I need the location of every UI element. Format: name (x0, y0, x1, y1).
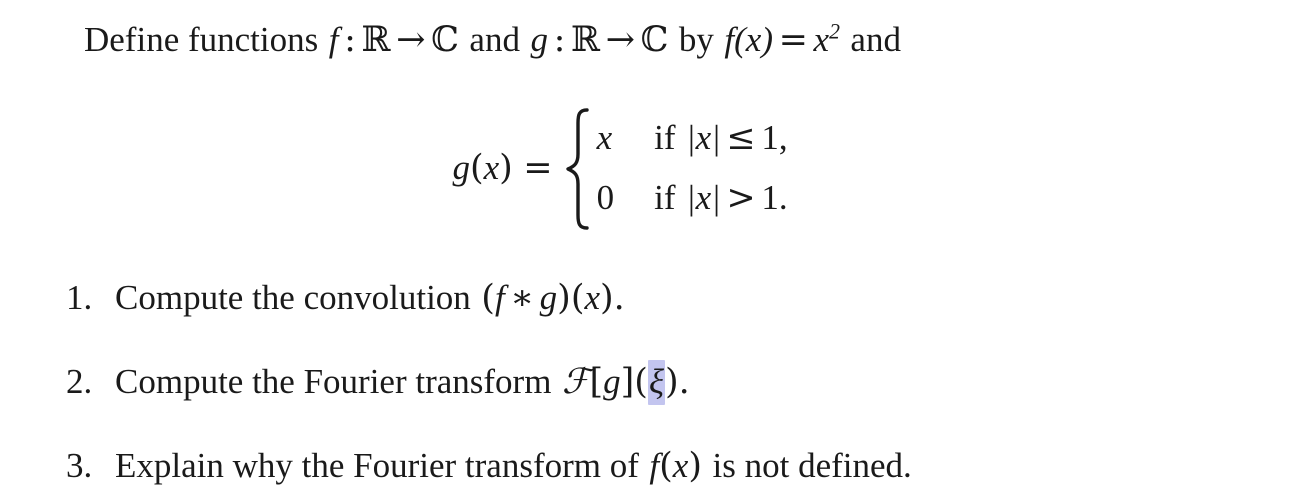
g-symbol: g (452, 148, 470, 187)
question-3-f: f (649, 446, 660, 485)
arrow-icon: → (396, 20, 426, 60)
question-3-paren-close: ) (688, 446, 702, 486)
question-1-prose: Compute the convolution (115, 278, 471, 317)
question-3-text: Explain why the Fourier transform of f(x)… (115, 444, 912, 488)
cases-grid: x if |x| ≤1, 0 if |x| >1. (597, 112, 788, 224)
question-2-paren-open: ( (634, 362, 648, 402)
conjunction-and-2: and (850, 20, 901, 59)
f-definition-exponent: 2 (829, 19, 840, 44)
case-1-bound: 1 (761, 118, 779, 157)
question-3-number: 3. (66, 446, 93, 485)
case-2-abs-expr: |x| (686, 178, 721, 217)
question-3-paren-open: ( (659, 446, 673, 486)
question-2-bracket-open: [ (589, 362, 604, 402)
fourier-transform-script-icon: ℱ (561, 362, 590, 402)
left-curly-brace-icon (565, 108, 593, 230)
question-1-g: g (539, 278, 558, 317)
case-1-value-text: x (596, 118, 613, 157)
question-2-prose: Compute the Fourier transform (115, 362, 552, 401)
question-3-var: x (672, 446, 689, 485)
case-2-condition: if |x| >1. (654, 172, 787, 224)
question-1-f: f (494, 278, 505, 317)
paren-open: ( (469, 148, 484, 188)
intro-paragraph: Define functions f: ℝ → ℂand g: ℝ → ℂby f(x) = x2 an… (84, 16, 1224, 64)
colon-symbol: : (344, 20, 356, 60)
case-2-relation: > (726, 178, 756, 218)
case-1-relation: ≤ (726, 118, 756, 158)
question-1-paren-mid: )( (557, 278, 585, 318)
question-1-text: Compute the convolution (f ∗ g)(x). (115, 276, 625, 320)
preposition-by: by (678, 20, 714, 59)
question-3-prose: Explain why the Fourier transform of (115, 446, 639, 485)
reals-symbol: ℝ (361, 20, 391, 60)
question-2-text: Compute the Fourier transform ℱ[g](ξ). (115, 360, 690, 405)
intro-lead-text: Define functions (84, 20, 319, 59)
case-2-value: 0 (597, 172, 615, 224)
variable-x: x (483, 148, 500, 187)
question-1-paren-end: ). (600, 278, 625, 318)
case-1-punct: , (778, 118, 788, 157)
question-2-paren-end: ). (664, 362, 690, 402)
case-2-value-text: 0 (596, 178, 615, 217)
case-2-punct: . (778, 178, 788, 217)
equals-symbol-display: = (523, 148, 553, 188)
case-1-value: x (597, 112, 615, 164)
question-3-prose-after: is not defined. (712, 446, 912, 485)
question-1-var: x (584, 278, 601, 317)
case-1-if: if (654, 118, 676, 157)
question-item-3: 3. Explain why the Fourier transform of f… (66, 444, 1266, 488)
question-item-2: 2. Compute the Fourier transform ℱ[g](ξ). (66, 360, 1266, 405)
question-2-bracket-close: ] (620, 362, 635, 402)
reals-symbol-2: ℝ (570, 20, 601, 60)
arrow-icon-2: → (605, 20, 635, 60)
case-1-condition: if |x| ≤1, (654, 112, 787, 164)
complex-symbol-2: ℂ (640, 20, 669, 60)
f-definition-lhs: f(x) (724, 20, 773, 59)
question-1-number: 1. (66, 278, 93, 317)
case-2-bound: 1 (761, 178, 779, 217)
paren-close: ) (499, 148, 513, 188)
selected-xi-symbol[interactable]: ξ (647, 360, 665, 405)
convolution-operator-icon: ∗ (510, 278, 535, 318)
piecewise-definition-display: g(x) = x if |x| ≤1, 0 if |x| >1. (0, 108, 1312, 230)
document-page: Define functions f: ℝ → ℂand g: ℝ → ℂby f(x) = x2 an… (0, 0, 1312, 504)
equation-left-hand-side: g(x) = (452, 148, 564, 188)
conjunction-and-1: and (469, 20, 520, 59)
f-definition-base: x (813, 20, 830, 59)
complex-symbol: ℂ (431, 20, 459, 60)
case-1-abs-expr: |x| (686, 118, 721, 157)
question-2-number: 2. (66, 362, 93, 401)
function-g-symbol: g (530, 20, 548, 59)
equals-symbol: = (778, 20, 808, 60)
colon-symbol-2: : (553, 20, 566, 60)
question-2-g: g (603, 362, 621, 401)
case-2-if: if (654, 178, 676, 217)
question-item-1: 1. Compute the convolution (f ∗ g)(x). (66, 276, 1266, 320)
question-list: 1. Compute the convolution (f ∗ g)(x). 2. C… (66, 276, 1266, 488)
question-1-paren-open: ( (481, 278, 495, 318)
function-f-symbol: f (328, 20, 339, 59)
